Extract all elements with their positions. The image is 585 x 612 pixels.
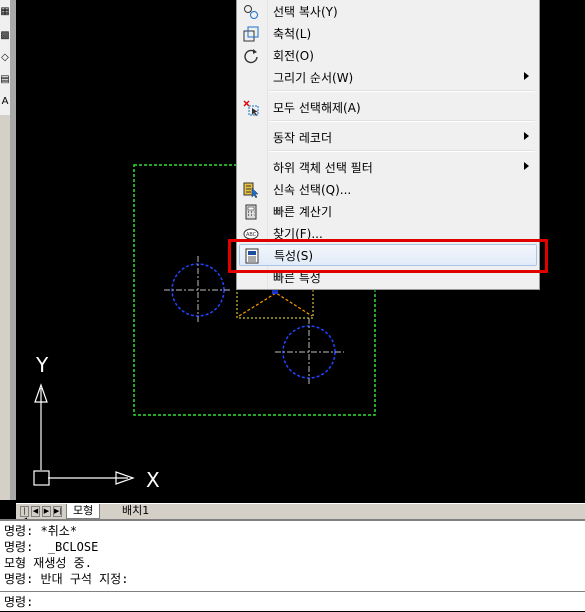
menu-item-scale[interactable]: 축척(L) — [237, 23, 539, 45]
hatch-tool-icon[interactable]: ▩ — [0, 28, 10, 44]
left-toolbar: ▦ ▩ ◇ ▤ A — [0, 0, 16, 500]
draw-tool-icon[interactable]: ▦ — [0, 4, 10, 20]
tab-first-button[interactable]: |◀ — [20, 506, 29, 524]
command-history-line: 명령: 반대 구석 지정: — [4, 572, 129, 586]
menu-item-label: 동작 레코더 — [273, 131, 333, 145]
calculator-icon — [243, 204, 259, 220]
svg-text:ABC: ABC — [246, 232, 257, 238]
command-history-line: 명령: _BCLOSE — [4, 540, 99, 554]
menu-item-label: 축척(L) — [273, 27, 312, 41]
tab-model[interactable]: 모형 — [66, 504, 101, 519]
layout-tabs-bar: |◀ ◀ ▶ ▶| 모형 배치1 — [16, 503, 585, 524]
tab-last-button[interactable]: ▶| — [53, 506, 62, 517]
menu-item-rotate[interactable]: 회전(O) — [237, 45, 539, 67]
submenu-arrow-icon — [524, 132, 529, 140]
menu-separator — [269, 120, 535, 122]
command-history-line: 모형 재생성 중. — [4, 556, 92, 570]
block-triangle — [238, 292, 313, 317]
ucs-origin-box — [33, 470, 50, 486]
menu-item-label: 신속 선택(Q)... — [273, 183, 352, 197]
ucs-x-label: X — [146, 468, 160, 492]
rotate-icon — [243, 48, 259, 64]
menu-item-label: 선택 복사(Y) — [273, 5, 338, 19]
submenu-arrow-icon — [524, 162, 529, 170]
command-prompt-label: 명령: — [4, 595, 34, 609]
deselect-all-icon — [243, 100, 259, 116]
menu-item-subobject-filter[interactable]: 하위 객체 선택 필터 — [237, 157, 539, 179]
menu-item-draw-order[interactable]: 그리기 순서(W) — [237, 67, 539, 89]
menu-separator — [269, 150, 535, 152]
tab-layout1[interactable]: 배치1 — [116, 504, 155, 518]
table-tool-icon[interactable]: ▤ — [0, 72, 10, 88]
menu-item-label: 그리기 순서(W) — [273, 71, 354, 85]
menu-item-label: 빠른 계산기 — [273, 205, 333, 219]
menu-item-label: 회전(O) — [273, 49, 314, 63]
highlight-annotation-box — [228, 239, 548, 273]
submenu-arrow-icon — [524, 72, 529, 80]
command-window: 명령: *취소* 명령: _BCLOSE 모형 재생성 중. 명령: 반대 구석… — [0, 519, 585, 611]
menu-item-action-recorder[interactable]: 동작 레코더 — [237, 127, 539, 149]
menu-item-deselect-all[interactable]: 모두 선택해제(A) — [237, 97, 539, 119]
menu-item-copy-selection[interactable]: 선택 복사(Y) — [237, 1, 539, 23]
scale-icon — [243, 26, 259, 42]
copy-selection-icon — [243, 4, 259, 20]
tab-prev-button[interactable]: ◀ — [31, 506, 40, 517]
text-tool-icon[interactable]: A — [0, 94, 10, 110]
command-input[interactable]: 명령: — [0, 591, 585, 612]
tab-next-button[interactable]: ▶ — [42, 506, 51, 517]
region-tool-icon[interactable]: ◇ — [0, 50, 10, 66]
menu-item-label: 하위 객체 선택 필터 — [273, 161, 373, 175]
menu-item-label: 모두 선택해제(A) — [273, 101, 361, 115]
menu-item-quick-calculator[interactable]: 빠른 계산기 — [237, 201, 539, 223]
menu-item-quick-select[interactable]: 신속 선택(Q)... — [237, 179, 539, 201]
ucs-y-label: Y — [35, 353, 49, 377]
command-history-line: 명령: *취소* — [4, 524, 78, 538]
menu-separator — [269, 90, 535, 92]
quick-select-icon — [243, 182, 259, 199]
